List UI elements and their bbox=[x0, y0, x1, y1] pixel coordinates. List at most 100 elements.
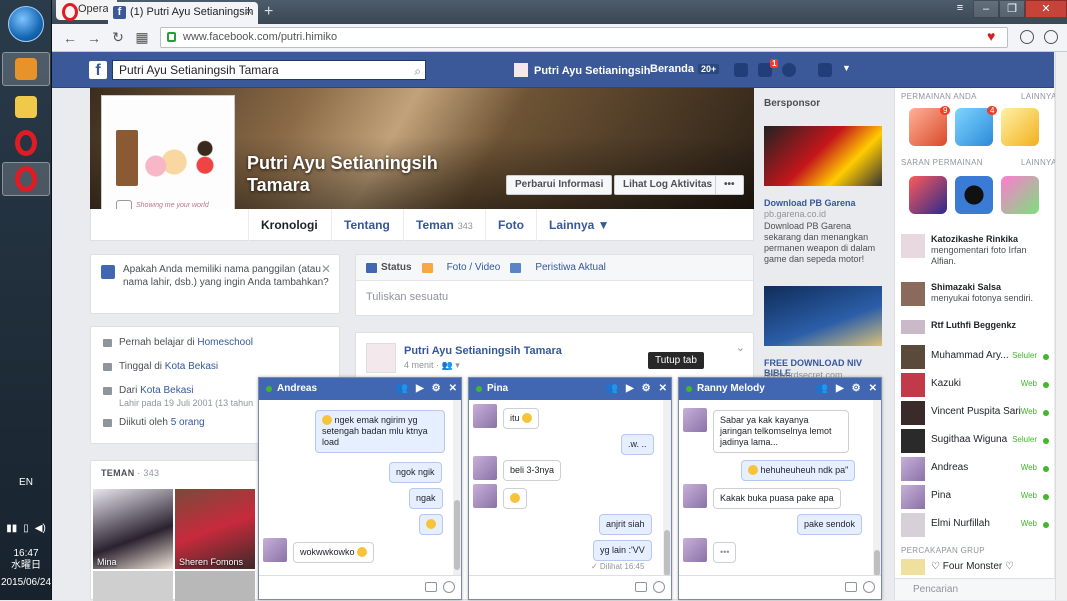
chat-input[interactable] bbox=[679, 575, 881, 599]
camera-icon[interactable] bbox=[845, 582, 857, 592]
from-link[interactable]: Kota Bekasi bbox=[140, 385, 193, 396]
emoji-icon[interactable] bbox=[443, 581, 455, 593]
new-tab-button[interactable]: + bbox=[264, 3, 273, 21]
emoji-icon[interactable] bbox=[863, 581, 875, 593]
contact-item[interactable]: Pina Web bbox=[901, 484, 1051, 510]
download-icon[interactable] bbox=[1020, 30, 1034, 44]
friend-thumb-sheren[interactable]: Sheren Fomons bbox=[175, 489, 255, 569]
settings-gear-icon[interactable]: ⚙ bbox=[432, 378, 441, 400]
chat-input[interactable] bbox=[469, 575, 671, 599]
video-call-icon[interactable]: ▶ bbox=[626, 378, 634, 400]
facebook-logo-icon[interactable]: f bbox=[89, 61, 107, 79]
game-icon-6[interactable] bbox=[1001, 176, 1039, 214]
tab-photos[interactable]: Foto bbox=[485, 209, 536, 241]
close-chat-icon[interactable]: ✕ bbox=[869, 378, 877, 400]
tab-timeline[interactable]: Kronologi bbox=[248, 209, 330, 241]
battery-icon[interactable]: ▯ bbox=[23, 523, 29, 534]
nav-home-link[interactable]: Beranda 20+ bbox=[650, 63, 720, 75]
language-indicator[interactable]: EN bbox=[0, 477, 52, 488]
chat-search-input[interactable]: Pencarian bbox=[895, 578, 1055, 600]
view-activity-log-button[interactable]: Lihat Log Aktivitas bbox=[614, 175, 722, 195]
speed-dial-icon[interactable]: ▦ bbox=[130, 29, 154, 46]
ticker-item[interactable]: Rtf Luthfi Beggenkz bbox=[901, 320, 1051, 334]
game-icon-4[interactable] bbox=[909, 176, 947, 214]
chat-header[interactable]: Andreas 👥 ▶ ⚙ ✕ bbox=[259, 378, 461, 400]
settings-gear-icon[interactable]: ⚙ bbox=[642, 378, 651, 400]
forward-icon[interactable]: → bbox=[82, 30, 106, 46]
contact-item[interactable]: Muhammad Ary... Seluler bbox=[901, 344, 1051, 370]
url-field[interactable]: www.facebook.com/putri.himiko bbox=[160, 27, 1008, 48]
close-chat-icon[interactable]: ✕ bbox=[449, 378, 457, 400]
contact-item[interactable]: Elmi Nurfillah Web bbox=[901, 512, 1051, 538]
close-tab-icon[interactable]: × bbox=[246, 2, 252, 22]
browser-tab-facebook[interactable]: f (1) Putri Ayu Setianingsih Tamara × bbox=[108, 2, 258, 38]
minimize-button[interactable]: – bbox=[973, 0, 999, 18]
chat-header[interactable]: Pina 👥 ▶ ⚙ ✕ bbox=[469, 378, 671, 400]
game-icon-3[interactable] bbox=[1001, 108, 1039, 146]
signal-icon[interactable]: ▮▮ bbox=[6, 523, 17, 534]
friends-header[interactable]: TEMAN · 343 bbox=[101, 468, 159, 478]
tab-about[interactable]: Tentang bbox=[331, 209, 402, 241]
ad-title[interactable]: Download PB Garena bbox=[764, 198, 882, 208]
video-call-icon[interactable]: ▶ bbox=[836, 378, 844, 400]
camera-icon[interactable] bbox=[425, 582, 437, 592]
clock-time[interactable]: 16:47 水曜日 bbox=[0, 548, 52, 572]
add-people-icon[interactable]: 👥 bbox=[815, 378, 827, 400]
followers-link[interactable]: 5 orang bbox=[171, 417, 205, 428]
taskbar-media-app[interactable] bbox=[2, 52, 50, 86]
update-info-button[interactable]: Perbarui Informasi bbox=[506, 175, 613, 195]
post-timestamp[interactable]: 4 menit · 👥 ▾ bbox=[404, 360, 460, 371]
composer-event-tab[interactable]: Peristiwa Aktual bbox=[510, 262, 606, 273]
add-people-icon[interactable]: 👥 bbox=[605, 378, 617, 400]
account-settings-chevron-icon[interactable]: ▼ bbox=[842, 63, 851, 73]
facebook-search-input[interactable]: Putri Ayu Setianingsih Tamara ⌕ bbox=[112, 60, 426, 80]
friend-thumb-mina[interactable]: Mina bbox=[93, 489, 173, 569]
volume-icon[interactable]: ◀) bbox=[35, 523, 46, 534]
game-icon-5[interactable] bbox=[955, 176, 993, 214]
game-icon-2[interactable] bbox=[955, 108, 993, 146]
friend-thumb-3[interactable] bbox=[93, 571, 173, 601]
back-icon[interactable]: ← bbox=[58, 30, 82, 46]
friend-thumb-4[interactable] bbox=[175, 571, 255, 601]
close-chat-icon[interactable]: ✕ bbox=[659, 378, 667, 400]
close-window-button[interactable]: ✕ bbox=[1025, 0, 1067, 18]
account-icon[interactable] bbox=[1044, 30, 1058, 44]
contact-item[interactable]: Vincent Puspita Sari Web bbox=[901, 400, 1051, 426]
stash-heart-icon[interactable]: ♥ bbox=[987, 28, 995, 44]
close-icon[interactable]: ✕ bbox=[321, 263, 331, 276]
composer-input[interactable]: Tuliskan sesuatu bbox=[356, 281, 753, 313]
post-options-chevron-icon[interactable]: ⌄ bbox=[736, 341, 745, 354]
education-link[interactable]: Homeschool bbox=[197, 337, 253, 348]
page-scrollbar[interactable] bbox=[1055, 52, 1067, 600]
privacy-shortcuts-icon[interactable] bbox=[818, 63, 832, 77]
nav-profile-link[interactable]: Putri Ayu Setianingsih bbox=[514, 63, 651, 77]
chat-input[interactable] bbox=[259, 575, 461, 599]
ad-image-niv-bible[interactable] bbox=[764, 286, 882, 346]
clock-date[interactable]: 2015/06/24 bbox=[0, 577, 52, 588]
post-author-avatar[interactable] bbox=[366, 343, 396, 373]
add-people-icon[interactable]: 👥 bbox=[395, 378, 407, 400]
friend-requests-icon[interactable] bbox=[734, 63, 748, 77]
start-button[interactable] bbox=[8, 6, 44, 42]
chat-header[interactable]: Ranny Melody 👥 ▶ ⚙ ✕ bbox=[679, 378, 881, 400]
taskbar-explorer[interactable] bbox=[2, 90, 50, 124]
group-chat-item[interactable]: ♡ Four Monster ♡ bbox=[901, 558, 1051, 576]
tab-more[interactable]: Lainnya ▼ bbox=[536, 209, 622, 241]
ticker-item[interactable]: Shimazaki Salsa menyukai fotonya sendiri. bbox=[901, 282, 1051, 312]
ad-image-pb-garena[interactable] bbox=[764, 126, 882, 186]
camera-icon[interactable] bbox=[635, 582, 647, 592]
tab-menu-icon[interactable]: ≡ bbox=[947, 0, 973, 18]
ticker-item[interactable]: Katozikashe Rinkika mengomentari foto Irf… bbox=[901, 234, 1051, 266]
contact-item[interactable]: Kazuki Web bbox=[901, 372, 1051, 398]
post-author-name[interactable]: Putri Ayu Setianingsih Tamara bbox=[404, 345, 562, 357]
emoji-icon[interactable] bbox=[653, 581, 665, 593]
tab-friends[interactable]: Teman 343 bbox=[403, 209, 485, 241]
maximize-button[interactable]: ❐ bbox=[999, 0, 1025, 18]
composer-status-tab[interactable]: Status bbox=[366, 262, 412, 273]
lives-link[interactable]: Kota Bekasi bbox=[165, 361, 218, 372]
taskbar-opera-1[interactable] bbox=[2, 126, 50, 160]
notifications-globe-icon[interactable] bbox=[782, 63, 796, 77]
search-icon[interactable]: ⌕ bbox=[414, 62, 421, 80]
taskbar-opera-2[interactable] bbox=[2, 162, 50, 196]
reload-icon[interactable]: ↻ bbox=[106, 29, 130, 46]
